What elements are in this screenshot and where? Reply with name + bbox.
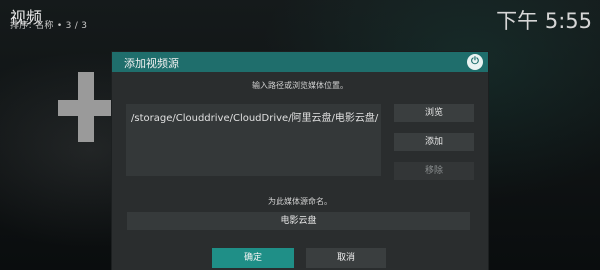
path-hint: 输入路径或浏览媒体位置。 <box>252 81 348 90</box>
power-icon[interactable]: ⏻ <box>467 54 483 70</box>
add-button[interactable]: 添加 <box>394 133 474 151</box>
path-item[interactable]: /storage/Clouddrive/CloudDrive/阿里云盘/电影云盘… <box>131 109 378 124</box>
dialog-header: 添加视频源 ⏻ <box>112 52 488 72</box>
name-hint: 为此媒体源命名。 <box>268 197 332 206</box>
browse-button[interactable]: 浏览 <box>394 104 474 122</box>
remove-button[interactable]: 移除 <box>394 162 474 180</box>
clock: 下午 5:55 <box>496 9 592 33</box>
add-source-plus-icon[interactable] <box>58 72 114 142</box>
add-video-source-dialog: 添加视频源 ⏻ 输入路径或浏览媒体位置。 /storage/Clouddrive… <box>112 52 488 270</box>
plus-horizontal-bar <box>58 100 114 116</box>
ok-button[interactable]: 确定 <box>212 248 294 268</box>
path-list[interactable]: /storage/Clouddrive/CloudDrive/阿里云盘/电影云盘… <box>126 104 381 176</box>
source-name-field[interactable]: 电影云盘 <box>127 212 470 230</box>
cancel-button[interactable]: 取消 <box>306 248 386 268</box>
sort-info: 排序: 名称 • 3 / 3 <box>10 21 88 31</box>
dialog-title: 添加视频源 <box>124 57 179 70</box>
